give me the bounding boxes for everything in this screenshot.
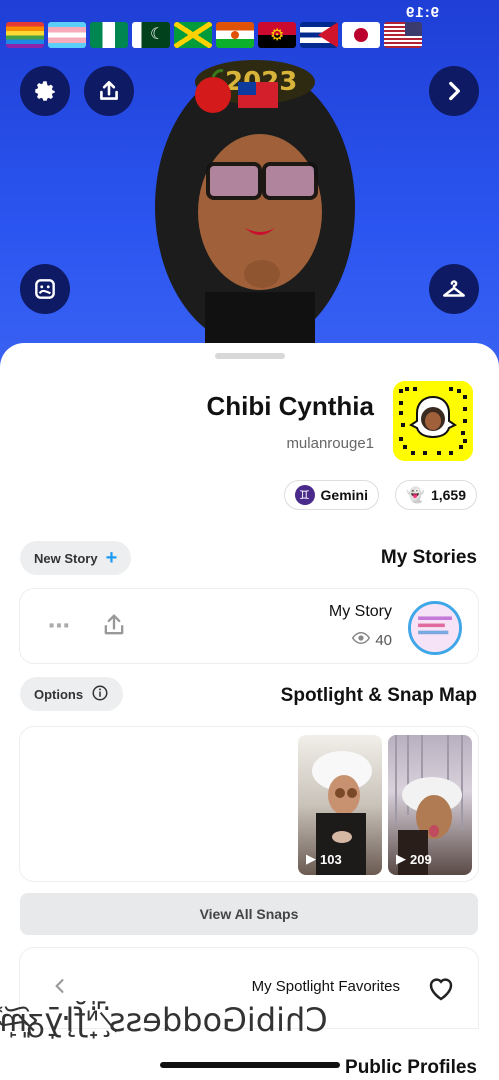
status-time: 9:19: [404, 4, 439, 21]
share-profile-button[interactable]: [84, 66, 134, 116]
plus-icon: +: [105, 546, 118, 569]
username: mulanrouge1: [286, 435, 374, 452]
profile-panel: Chibi Cynthia mulanrouge1 👻 1,659 ♊ Gemi…: [0, 343, 499, 1080]
caption-overlay: ChibiGoddess ̷̨̇̚ᶰ̟̇̍ƒ̯̐ŀ̧ȳ̞ᵹ̷͈͠ᵯ̘͐: [0, 1001, 328, 1039]
new-story-button[interactable]: New Story +: [20, 541, 132, 575]
story-views: 40: [352, 629, 392, 651]
bitmoji-avatar[interactable]: 2023: [150, 52, 360, 362]
outfit-button[interactable]: [429, 264, 479, 314]
snapscore-value: 1,659: [430, 487, 466, 503]
view-all-snaps-button[interactable]: View All Snaps: [20, 893, 478, 935]
cuba-flag-icon: [300, 22, 338, 48]
jamaica-flag-icon: [174, 22, 212, 48]
play-icon: ▶: [306, 851, 316, 866]
spotlight-thumb[interactable]: ▶ 103: [298, 735, 382, 875]
views-count: 40: [375, 631, 392, 649]
zodiac-pill[interactable]: ♊ Gemini: [283, 480, 379, 510]
zodiac-label: Gemini: [320, 487, 368, 503]
usa-flag-icon: [384, 22, 422, 48]
eye-icon: [352, 629, 371, 651]
info-icon: [91, 684, 109, 705]
drag-handle[interactable]: [215, 353, 285, 359]
settings-button[interactable]: [20, 66, 70, 116]
hanger-icon: [443, 280, 465, 297]
angola-flag-icon: [258, 22, 296, 48]
ghost-icon: 👻: [406, 487, 425, 504]
public-profiles-title: Public Profiles: [345, 1057, 477, 1078]
spotlight-thumb[interactable]: ▶ 209: [388, 735, 472, 875]
story-thumbnail[interactable]: [408, 601, 462, 655]
pakistan-flag-icon: [132, 22, 170, 48]
spotlight-card: ▶ 209 ▶ 103: [20, 727, 478, 881]
snapcode[interactable]: [393, 381, 473, 461]
my-story-card[interactable]: My Story 40 ⋯: [20, 589, 478, 663]
rainbow-flag-icon: [6, 22, 44, 48]
flag-row: [6, 22, 422, 48]
play-icon: ▶: [396, 851, 406, 866]
profile-header: 9:19 2023: [0, 0, 499, 380]
more-options-icon[interactable]: ⋯: [48, 613, 71, 639]
display-name: Chibi Cynthia: [206, 391, 374, 421]
upload-icon: [104, 614, 124, 635]
upload-icon: [100, 81, 118, 100]
nigeria-flag-icon: [90, 22, 128, 48]
new-story-label: New Story: [34, 550, 98, 566]
share-story-button[interactable]: [100, 611, 128, 644]
options-button[interactable]: Options: [20, 677, 124, 711]
transgender-flag-icon: [48, 22, 86, 48]
snapscore-pill[interactable]: 👻 1,659: [395, 480, 477, 510]
spotlight-view-count: ▶ 103: [306, 851, 342, 867]
spotlight-title: Spotlight & Snap Map: [280, 685, 477, 706]
chevron-right-icon: [449, 81, 460, 101]
niger-flag-icon: [216, 22, 254, 48]
sticker-icon: [35, 279, 55, 299]
gear-icon: [35, 81, 55, 101]
options-label: Options: [34, 686, 84, 702]
home-indicator[interactable]: [160, 1062, 340, 1068]
next-button[interactable]: [429, 66, 479, 116]
favorites-label: My Spotlight Favorites: [251, 978, 400, 995]
my-stories-title: My Stories: [380, 547, 477, 568]
japan-flag-icon: [342, 22, 380, 48]
spotlight-view-count: ▶ 209: [396, 851, 432, 867]
sticker-button[interactable]: [20, 264, 70, 314]
chevron-left-icon: [50, 976, 70, 1001]
gemini-icon: ♊: [294, 485, 315, 505]
story-title: My Story: [328, 603, 392, 620]
